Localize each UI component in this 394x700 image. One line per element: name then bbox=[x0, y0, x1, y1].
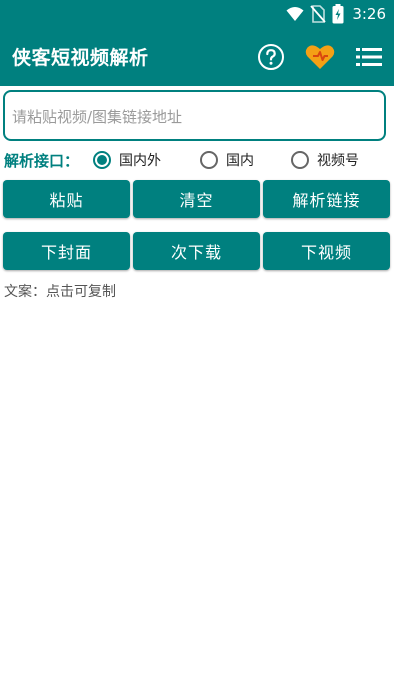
help-button[interactable] bbox=[256, 42, 286, 72]
radio-channels[interactable]: 视频号 bbox=[291, 149, 359, 171]
help-icon bbox=[258, 44, 284, 70]
status-bar: 3:26 bbox=[0, 0, 394, 28]
status-icons: 3:26 bbox=[286, 4, 386, 24]
app-bar: 侠客短视频解析 bbox=[0, 28, 394, 86]
radio-label: 国内 bbox=[226, 153, 254, 169]
status-time: 3:26 bbox=[352, 5, 386, 23]
download-cover-button[interactable]: 下封面 bbox=[3, 232, 130, 270]
favorite-button[interactable] bbox=[305, 42, 335, 72]
parse-link-button[interactable]: 解析链接 bbox=[263, 180, 390, 218]
caption-copy-text[interactable]: 文案：点击可复制 bbox=[4, 281, 116, 301]
battery-charging-icon bbox=[332, 4, 344, 24]
radio-overseas[interactable]: 国内外 bbox=[93, 149, 161, 171]
radio-unchecked-icon bbox=[291, 151, 309, 169]
batch-download-button[interactable]: 次下载 bbox=[133, 232, 260, 270]
download-video-button[interactable]: 下视频 bbox=[263, 232, 390, 270]
radio-label: 国内外 bbox=[119, 153, 161, 169]
interface-label: 解析接口： bbox=[4, 152, 80, 170]
radio-domestic[interactable]: 国内 bbox=[200, 149, 254, 171]
heart-icon bbox=[305, 45, 335, 69]
radio-checked-icon bbox=[93, 151, 111, 169]
radio-unchecked-icon bbox=[200, 151, 218, 169]
clear-button[interactable]: 清空 bbox=[133, 180, 260, 218]
wifi-icon bbox=[286, 7, 304, 21]
menu-list-icon bbox=[356, 48, 382, 66]
app-title: 侠客短视频解析 bbox=[12, 47, 149, 69]
url-input-box bbox=[3, 90, 386, 141]
paste-button[interactable]: 粘贴 bbox=[3, 180, 130, 218]
url-input[interactable] bbox=[12, 105, 372, 129]
radio-label: 视频号 bbox=[317, 153, 359, 169]
no-sim-icon bbox=[310, 5, 326, 23]
menu-button[interactable] bbox=[354, 42, 384, 72]
